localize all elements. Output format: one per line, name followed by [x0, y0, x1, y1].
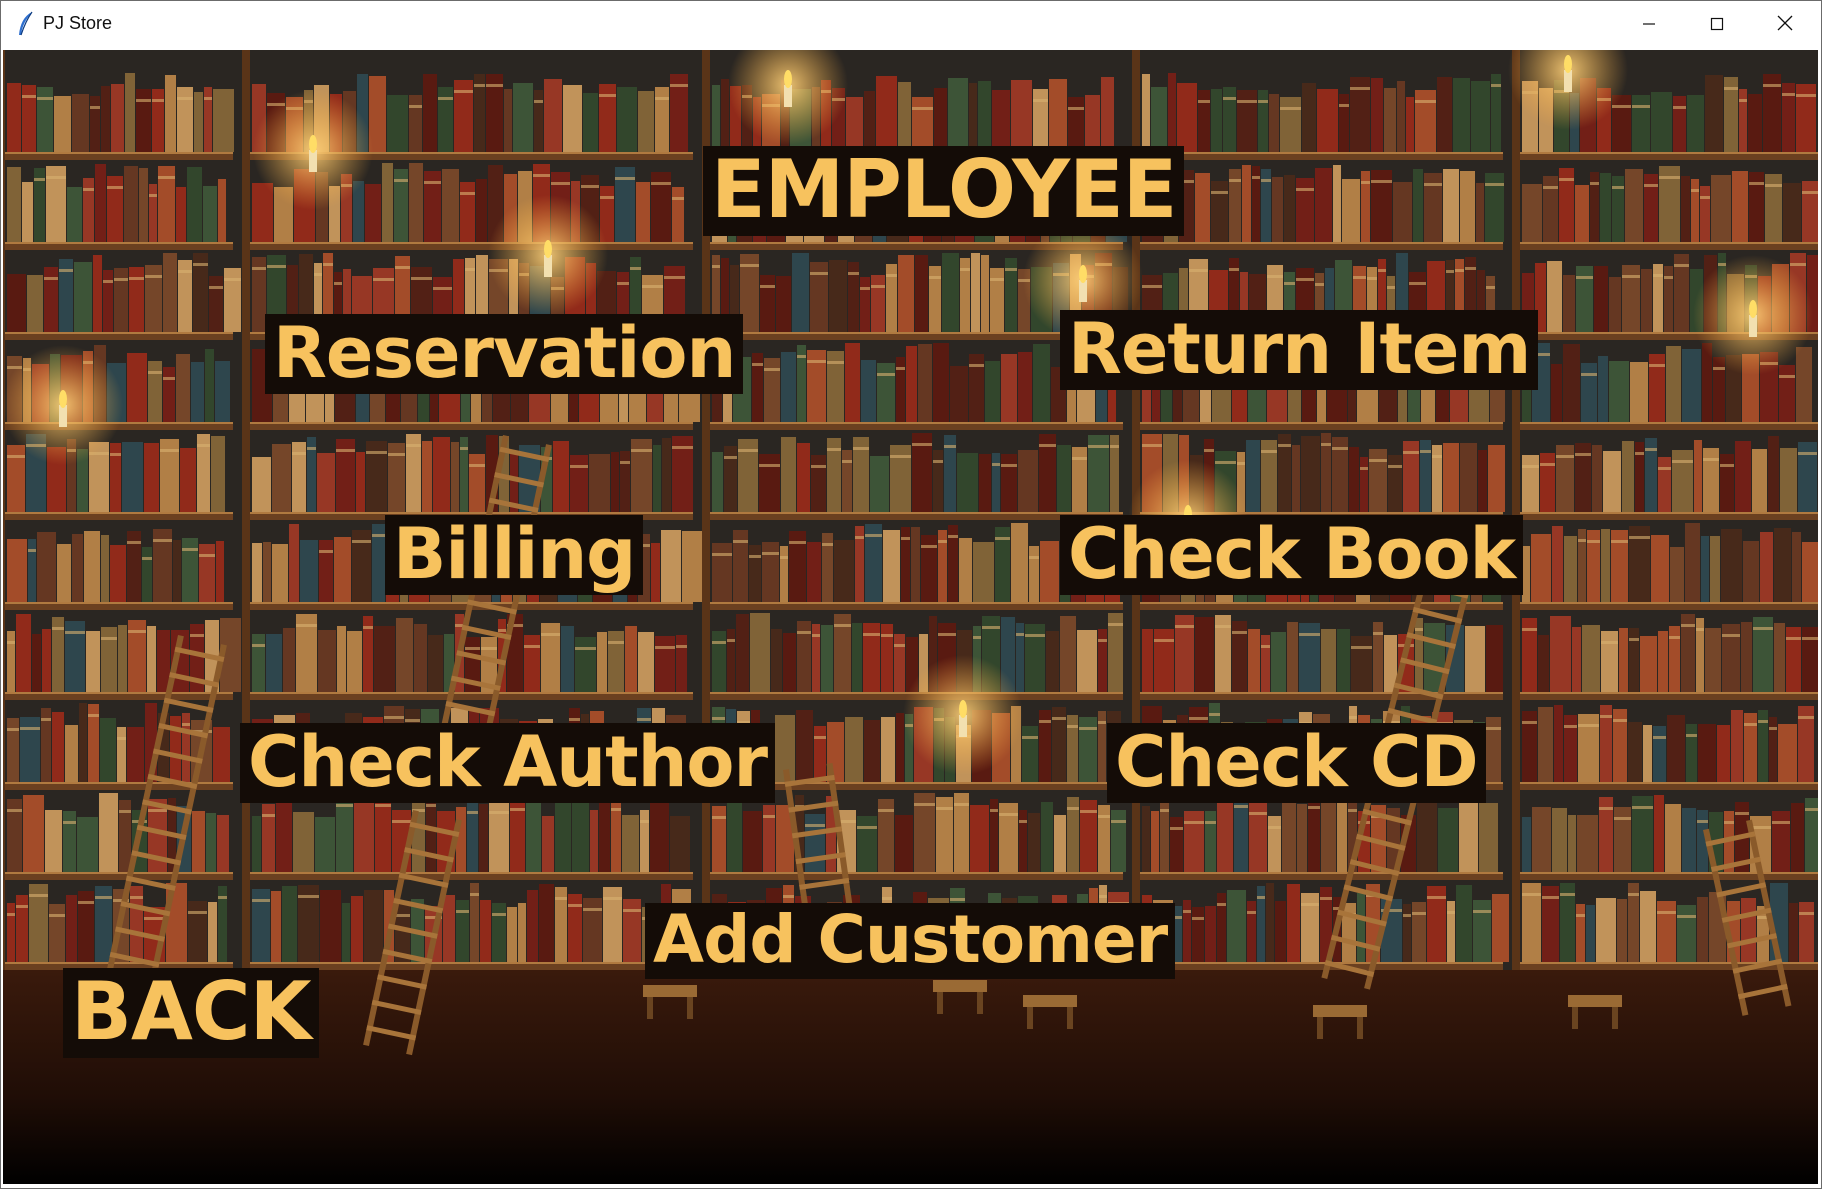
- close-icon: [1777, 15, 1793, 35]
- minimize-button[interactable]: [1615, 1, 1683, 49]
- back-button[interactable]: BACK: [63, 968, 319, 1058]
- check-book-button[interactable]: Check Book: [1060, 515, 1524, 595]
- check-author-button[interactable]: Check Author: [240, 723, 776, 803]
- maximize-icon: [1710, 16, 1724, 35]
- close-button[interactable]: [1751, 1, 1819, 49]
- window-title: PJ Store: [43, 13, 113, 33]
- feather-icon: [15, 11, 37, 37]
- minimize-icon: [1642, 16, 1656, 35]
- app-window: PJ Store EMPLOYEE Reservation Return Ite…: [0, 0, 1822, 1189]
- add-customer-button[interactable]: Add Customer: [645, 903, 1176, 979]
- main-canvas: EMPLOYEE Reservation Return Item Billing…: [3, 50, 1818, 1184]
- page-title: EMPLOYEE: [703, 146, 1185, 236]
- reservation-button[interactable]: Reservation: [265, 314, 744, 394]
- check-cd-button[interactable]: Check CD: [1107, 723, 1486, 803]
- title-bar[interactable]: PJ Store: [1, 1, 1821, 49]
- billing-button[interactable]: Billing: [385, 515, 644, 595]
- return-item-button[interactable]: Return Item: [1060, 310, 1539, 390]
- maximize-button[interactable]: [1683, 1, 1751, 49]
